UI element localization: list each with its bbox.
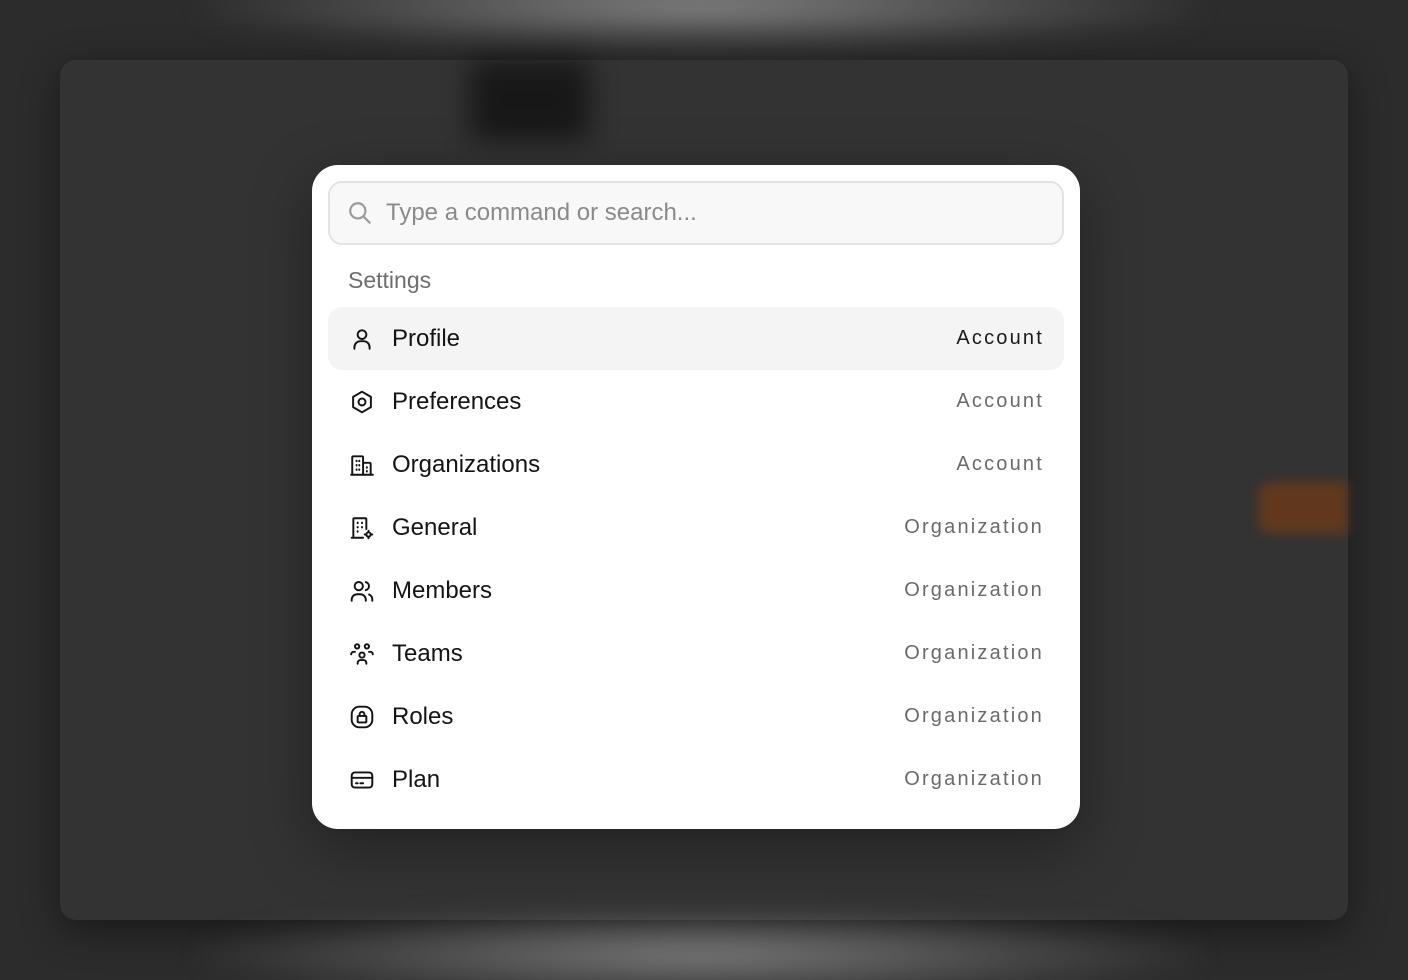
background-button [1258,482,1348,534]
item-preferences[interactable]: Preferences Account [328,370,1064,433]
item-profile[interactable]: Profile Account [328,307,1064,370]
group-heading: Settings [348,267,432,293]
item-category: Organization [904,768,1044,790]
item-general[interactable]: General Organization [328,496,1064,559]
item-label: Members [392,576,493,604]
hexagon-settings-icon [348,388,376,416]
item-members[interactable]: Members Organization [328,559,1064,622]
item-category: Account [956,390,1044,412]
item-category: Organization [904,705,1044,727]
command-palette: Settings Profile Account Preferences Acc… [312,165,1080,829]
item-category: Organization [904,516,1044,538]
item-label: Organizations [392,450,541,478]
buildings-icon [348,451,376,479]
item-label: Preferences [392,387,522,415]
item-label: Profile [392,324,461,352]
credit-card-icon [348,766,376,794]
search-input[interactable] [386,183,1062,243]
item-label: Teams [392,639,463,667]
item-category: Account [956,453,1044,475]
item-category: Organization [904,579,1044,601]
background-glow [200,910,1200,980]
background-glow [200,0,1200,50]
item-category: Account [956,327,1044,349]
search-box[interactable] [328,181,1064,245]
users-icon [348,577,376,605]
background-logo [470,60,590,140]
item-roles[interactable]: Roles Organization [328,685,1064,748]
item-label: General [392,513,478,541]
item-teams[interactable]: Teams Organization [328,622,1064,685]
user-icon [348,325,376,353]
item-organizations[interactable]: Organizations Account [328,433,1064,496]
search-icon [346,199,374,227]
command-list: Profile Account Preferences Account Orga… [328,307,1064,811]
item-label: Plan [392,765,441,793]
item-category: Organization [904,642,1044,664]
building-gear-icon [348,514,376,542]
item-label: Roles [392,702,454,730]
team-icon [348,640,376,668]
item-plan[interactable]: Plan Organization [328,748,1064,811]
lock-badge-icon [348,703,376,731]
